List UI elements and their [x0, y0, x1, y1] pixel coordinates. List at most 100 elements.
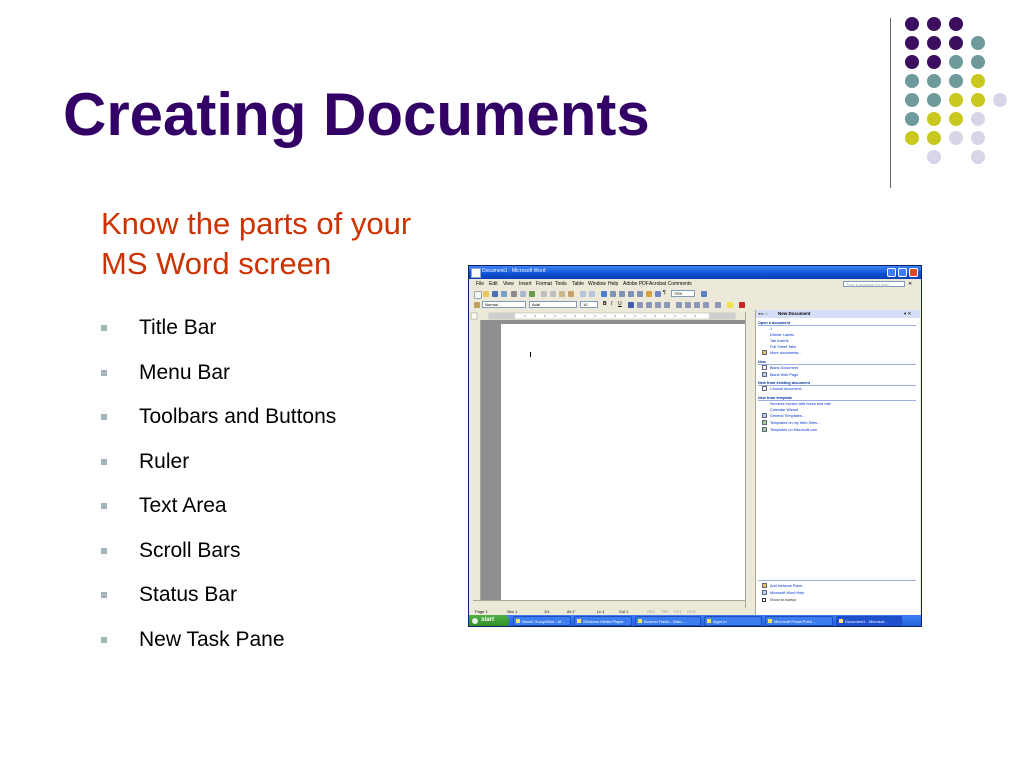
- help-question-input[interactable]: Type a question for help: [843, 281, 905, 287]
- add-network-place-link[interactable]: Add Network Place...: [770, 584, 805, 588]
- zoom-select[interactable]: 75%: [671, 290, 695, 297]
- status-trk[interactable]: TRK: [661, 609, 669, 614]
- menu-format[interactable]: Format: [536, 281, 552, 287]
- new-document-icon[interactable]: [474, 291, 482, 299]
- align-center-icon[interactable]: [637, 302, 643, 308]
- styles-icon[interactable]: [474, 302, 480, 308]
- insert-table-icon[interactable]: [619, 291, 625, 297]
- style-select[interactable]: Normal: [482, 301, 526, 308]
- menu-acrobat-comments[interactable]: Acrobat Comments: [649, 281, 692, 287]
- bullets-icon[interactable]: [685, 302, 691, 308]
- show-at-startup-checkbox[interactable]: [762, 598, 766, 602]
- increase-indent-icon[interactable]: [703, 302, 709, 308]
- line-spacing-icon[interactable]: [664, 302, 670, 308]
- font-select[interactable]: Arial: [529, 301, 577, 308]
- italic-icon[interactable]: I: [611, 301, 612, 307]
- justify-icon[interactable]: [655, 302, 661, 308]
- print-icon[interactable]: [511, 291, 517, 297]
- choose-document-link[interactable]: Choose document...: [770, 387, 804, 391]
- close-icon[interactable]: [909, 268, 918, 277]
- status-ext[interactable]: EXT: [674, 609, 682, 614]
- highlight-icon[interactable]: [727, 302, 733, 308]
- status-ovr[interactable]: OVR: [687, 609, 696, 614]
- menu-adobe-pdf[interactable]: Adobe PDF: [623, 281, 649, 287]
- close-document-icon[interactable]: ✕: [908, 281, 912, 287]
- template-link[interactable]: Services invoice with hours and rate: [770, 402, 831, 406]
- bullet-item: Scroll Bars: [100, 529, 336, 574]
- undo-icon[interactable]: [580, 291, 586, 297]
- menu-insert[interactable]: Insert: [519, 281, 532, 287]
- text-area[interactable]: [501, 324, 745, 600]
- menu-file[interactable]: File: [476, 281, 484, 287]
- bold-icon[interactable]: B: [603, 301, 607, 307]
- general-templates-link[interactable]: General Templates...: [770, 414, 805, 418]
- vertical-scrollbar[interactable]: [745, 312, 755, 608]
- taskbar-item[interactable]: Boomer Radio - Babu ...: [635, 616, 701, 626]
- menu-help[interactable]: Help: [608, 281, 618, 287]
- menu-table[interactable]: Table: [572, 281, 584, 287]
- more-documents-link[interactable]: More documents...: [770, 351, 801, 355]
- back-arrow-icon[interactable]: ◂ ▸ ⌂: [758, 311, 768, 317]
- recent-file-link[interactable]: Tab Inserts: [770, 339, 789, 343]
- minimize-icon[interactable]: [887, 268, 896, 277]
- read-icon[interactable]: [701, 291, 707, 297]
- bullet-text: Menu Bar: [139, 360, 231, 384]
- web-sites-templates-link[interactable]: Templates on my Web Sites...: [770, 421, 820, 425]
- word-help-link[interactable]: Microsoft Word Help: [770, 591, 804, 595]
- recent-file-link[interactable]: Full Sheet Tabs: [770, 345, 796, 349]
- hyperlink-icon[interactable]: [601, 291, 607, 297]
- save-icon[interactable]: [492, 291, 498, 297]
- task-pane-close-icon[interactable]: ▾ ✕: [904, 311, 911, 317]
- menu-tools[interactable]: Tools: [555, 281, 567, 287]
- recent-file-link[interactable]: Divider Labels: [770, 333, 794, 337]
- spelling-icon[interactable]: [529, 291, 535, 297]
- underline-icon[interactable]: U: [618, 301, 622, 307]
- template-link[interactable]: Calendar Wizard: [770, 408, 798, 412]
- decrease-indent-icon[interactable]: [694, 302, 700, 308]
- decorative-dot-grid: [905, 14, 1015, 164]
- microsoft-templates-link[interactable]: Templates on Microsoft.com: [770, 428, 817, 432]
- insert-excel-icon[interactable]: [628, 291, 634, 297]
- taskbar-item[interactable]: Windows Media Player: [574, 616, 632, 626]
- word-app-icon: [471, 268, 481, 278]
- menu-view[interactable]: View: [503, 281, 514, 287]
- menu-edit[interactable]: Edit: [489, 281, 498, 287]
- font-color-icon[interactable]: [739, 302, 745, 308]
- copy-icon[interactable]: [550, 291, 556, 297]
- vertical-ruler[interactable]: [473, 320, 481, 600]
- document-map-icon[interactable]: [655, 291, 661, 297]
- taskbar-item-active[interactable]: Document1 - Microsof...: [836, 616, 902, 626]
- cut-icon[interactable]: [541, 291, 547, 297]
- recent-file-link[interactable]: 1: [770, 327, 772, 331]
- blank-web-page-link[interactable]: Blank Web Page: [770, 373, 798, 377]
- open-icon[interactable]: [483, 291, 489, 297]
- horizontal-ruler[interactable]: [469, 312, 749, 320]
- permission-icon[interactable]: [501, 291, 507, 297]
- align-left-icon[interactable]: [628, 302, 634, 308]
- columns-icon[interactable]: [637, 291, 643, 297]
- drawing-icon[interactable]: [646, 291, 652, 297]
- bullet-text: Title Bar: [139, 316, 217, 340]
- font-size-select[interactable]: 10: [580, 301, 598, 308]
- tables-borders-icon[interactable]: [610, 291, 616, 297]
- web-templates-icon: [762, 420, 767, 425]
- align-right-icon[interactable]: [646, 302, 652, 308]
- border-icon[interactable]: [715, 302, 721, 308]
- numbering-icon[interactable]: [676, 302, 682, 308]
- window-title-bar[interactable]: Document1 - Microsoft Word: [469, 266, 921, 279]
- paste-icon[interactable]: [559, 291, 565, 297]
- taskbar-item[interactable]: Novell GroupWise - M...: [513, 616, 571, 626]
- choose-document-icon: [762, 386, 767, 391]
- menu-window[interactable]: Window: [588, 281, 606, 287]
- blank-document-link[interactable]: Blank Document: [770, 366, 798, 370]
- taskbar-item[interactable]: Microsoft PowerPoint ...: [765, 616, 833, 626]
- show-hide-icon[interactable]: ¶: [663, 290, 666, 296]
- format-painter-icon[interactable]: [568, 291, 574, 297]
- maximize-icon[interactable]: [898, 268, 907, 277]
- redo-icon[interactable]: [589, 291, 595, 297]
- taskbar-item[interactable]: Apps to: [704, 616, 762, 626]
- status-rec[interactable]: REC: [647, 609, 655, 614]
- dot: [905, 131, 919, 145]
- print-preview-icon[interactable]: [520, 291, 526, 297]
- start-button[interactable]: start: [469, 615, 509, 626]
